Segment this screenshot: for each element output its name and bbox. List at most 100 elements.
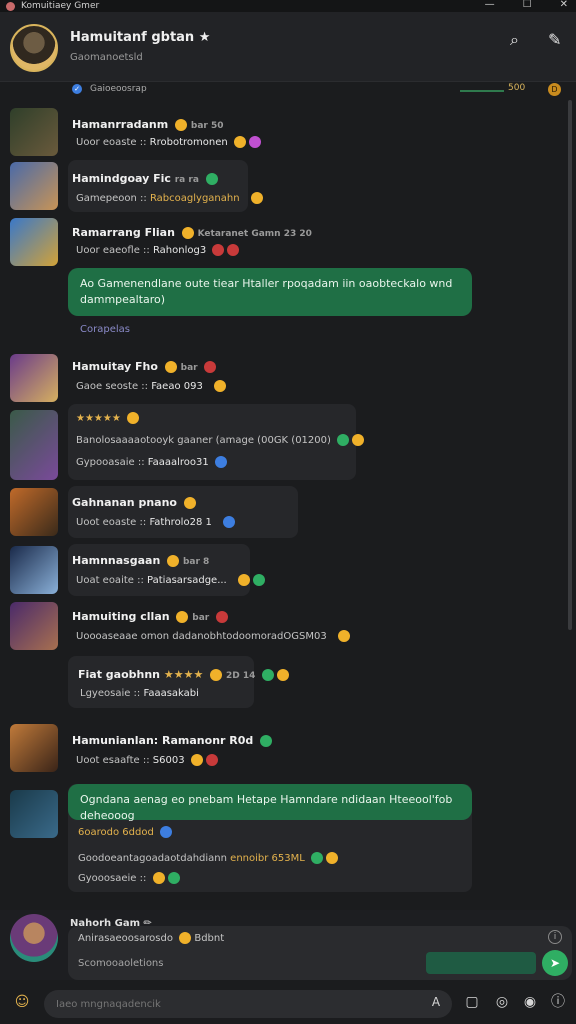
message-bubble[interactable]: Ao Gamenendlane oute tiear Htaller rpoqa… — [68, 268, 472, 316]
message-value: Rahonlog3 — [152, 245, 207, 256]
avatar[interactable] — [10, 218, 58, 266]
message-value: Patiasarsadge... — [147, 575, 227, 586]
avatar[interactable] — [10, 724, 58, 772]
search-icon[interactable]: ⌕ — [510, 30, 519, 50]
smile-icon — [175, 119, 188, 131]
bubble-footer[interactable]: Corapelas — [80, 324, 130, 335]
gem-icon — [205, 754, 218, 766]
gem-icon — [204, 361, 217, 373]
rating-stars: ★★★★ — [163, 668, 204, 681]
close-button[interactable]: ✕ — [560, 0, 568, 10]
smile-icon — [277, 669, 290, 681]
camera-icon[interactable]: ◎ — [492, 992, 512, 1012]
more-icon[interactable]: ⓘ — [548, 992, 568, 1012]
my-avatar[interactable] — [10, 914, 58, 962]
user-meta: ra ra — [174, 175, 199, 185]
message-label: Gypooasaie :: — [76, 457, 145, 468]
composer-progress — [426, 952, 536, 974]
rating-stars: ★★★★★ — [76, 413, 121, 424]
user-name[interactable]: Hamnnasgaan — [72, 554, 160, 567]
avatar[interactable] — [10, 790, 58, 838]
avatar[interactable] — [10, 410, 58, 480]
group-avatar[interactable] — [10, 24, 58, 72]
chat-header: Hamuitanf gbtan ★ Gaomanoetsld ⌕ ✎ — [0, 12, 576, 82]
message-card — [68, 486, 298, 538]
composer-box[interactable]: Anirasaeoosarosdo Bdbnt Scomooaoletions … — [68, 926, 572, 980]
smile-icon — [237, 574, 250, 586]
message-input[interactable] — [44, 990, 452, 1018]
composer-line: Anirasaeoosarosdo — [78, 933, 173, 944]
group-name[interactable]: Hamuitanf gbtan ★ — [70, 30, 210, 45]
user-name[interactable]: Hamunianlan: Ramanonr R0d — [72, 734, 253, 747]
smile-icon — [176, 611, 189, 623]
emoji-picker-icon[interactable]: ☺ — [12, 992, 32, 1012]
format-icon[interactable]: A — [426, 992, 446, 1012]
message-value: Faeao 093 — [151, 381, 203, 392]
maximize-button[interactable]: ☐ — [523, 0, 532, 10]
message-card — [68, 656, 254, 708]
progress-line — [460, 90, 504, 92]
emoji-icon — [127, 412, 140, 424]
avatar[interactable] — [10, 162, 58, 210]
message-label: Uoat eoaite :: — [76, 575, 144, 586]
message-label: Gyooosaeie :: — [78, 873, 147, 884]
user-meta: bar 50 — [190, 121, 224, 131]
smile-icon — [337, 630, 350, 642]
avatar[interactable] — [10, 108, 58, 156]
message-label: Uoot eoaste :: — [76, 517, 147, 528]
smile-icon — [210, 669, 223, 681]
message-label: Gamepeoon :: — [76, 193, 147, 204]
user-name[interactable]: Gahnanan pnano — [72, 496, 177, 509]
fire-icon — [227, 244, 240, 256]
user-meta: bar — [180, 363, 198, 373]
alien-icon — [205, 173, 218, 185]
user-meta: 2D 14 — [226, 671, 256, 681]
composer: Nahorh Gam ✏ Anirasaeoosarosdo Bdbnt Sco… — [0, 910, 576, 980]
pin-icon[interactable]: ✎ — [548, 30, 561, 49]
smile-icon — [181, 227, 194, 239]
heart-icon — [248, 136, 261, 148]
smile-icon — [190, 754, 203, 766]
minimize-button[interactable]: — — [485, 0, 495, 10]
avatar[interactable] — [10, 546, 58, 594]
image-icon[interactable]: ▢ — [462, 992, 482, 1012]
user-name[interactable]: Hamanrradanm — [72, 118, 168, 131]
user-name[interactable]: Hamuiting cllan — [72, 610, 170, 623]
avatar[interactable] — [10, 602, 58, 650]
composer-value: Bdbnt — [194, 933, 225, 944]
coin-icon[interactable]: D — [548, 83, 561, 96]
verified-icon — [223, 516, 236, 528]
smile-icon — [152, 872, 165, 884]
user-meta: bar 8 — [182, 557, 210, 567]
avatar[interactable] — [10, 354, 58, 402]
mic-icon[interactable]: ◉ — [520, 992, 540, 1012]
message-value: Faaasakabi — [143, 688, 199, 699]
smile-icon — [250, 192, 263, 204]
coin-count: 500 — [508, 83, 526, 93]
user-meta: Ketaranet Gamn 23 20 — [197, 229, 312, 239]
message-text: Uoooaseaae omon dadanobhtodoomoradOGSM03 — [76, 631, 327, 642]
message-value: Rrobotromonen — [149, 137, 228, 148]
alien-icon — [260, 735, 273, 747]
filter-bar: ✓ Gaioeoosrap 500 D — [0, 82, 576, 98]
send-button[interactable]: ➤ — [542, 950, 568, 976]
user-name[interactable]: Fiat gaobhnn — [78, 668, 160, 681]
clover-icon — [337, 434, 350, 446]
message-card — [68, 544, 250, 596]
clover-icon — [252, 574, 265, 586]
avatar[interactable] — [10, 488, 58, 536]
smile-icon — [179, 932, 192, 944]
info-icon[interactable]: i — [548, 930, 562, 944]
message-label: Lgyeosaie :: — [80, 688, 141, 699]
user-name[interactable]: Hamuitay Fho — [72, 360, 158, 373]
clover-icon — [167, 872, 180, 884]
filter-label[interactable]: Gaioeoosrap — [90, 84, 147, 94]
user-name[interactable]: Ramarrang Flian — [72, 226, 175, 239]
message-feed: Hamanrradanm bar 50 Uoor eoaste :: Rrobo… — [0, 98, 576, 910]
message-text: Goodoeantagoadaotdahdiann — [78, 853, 227, 864]
user-name[interactable]: Hamindgoay Fic — [72, 172, 171, 185]
message-bubble[interactable]: Ogndana aenag eo pnebam Hetape Hamndare … — [68, 784, 472, 822]
user-meta: bar — [192, 613, 210, 623]
composer-hint[interactable]: Scomooaoletions — [78, 958, 163, 969]
avatar-icon — [214, 456, 227, 468]
